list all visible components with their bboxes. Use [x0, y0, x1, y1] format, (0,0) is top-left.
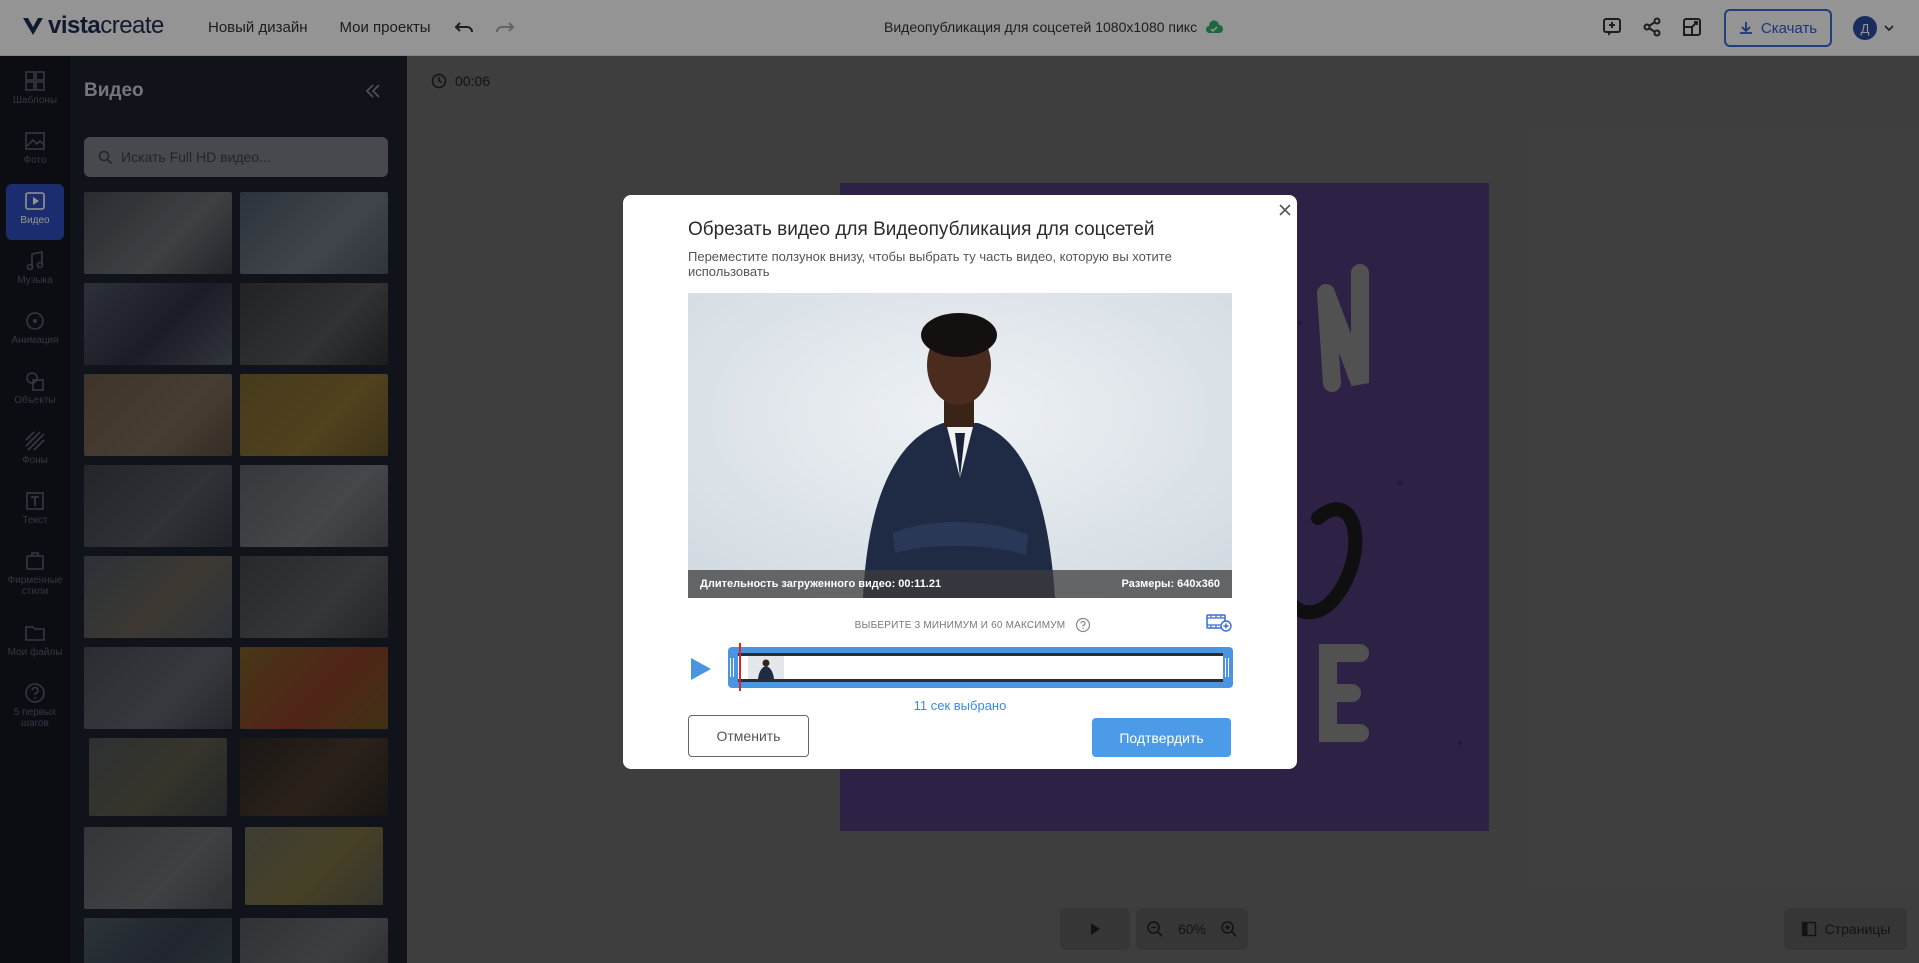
playhead[interactable]	[739, 643, 741, 691]
selection-hint: ВЫБЕРИТЕ 3 МИНИМУМ И 60 МАКСИМУМ	[623, 617, 1297, 633]
trim-timeline[interactable]	[728, 647, 1233, 688]
trim-end-handle[interactable]	[1225, 658, 1229, 677]
trim-video-dialog: Обрезать видео для Видеопубликация для с…	[623, 195, 1297, 769]
video-info-bar: Длительность загруженного видео: 00:11.2…	[688, 570, 1232, 598]
dialog-title: Обрезать видео для Видеопубликация для с…	[688, 219, 1155, 240]
dialog-subtitle: Переместите ползунок внизу, чтобы выбрат…	[688, 249, 1172, 279]
selected-duration: 11 сек выбрано	[913, 698, 1007, 713]
play-preview-icon[interactable]	[689, 656, 713, 682]
timeline-track	[738, 653, 1223, 682]
close-icon[interactable]	[1276, 201, 1294, 219]
video-duration: Длительность загруженного видео: 00:11.2…	[700, 578, 942, 590]
timeline-frame-thumbnail	[748, 656, 784, 679]
add-video-frames-icon[interactable]	[1206, 612, 1232, 632]
video-dimensions: Размеры: 640x360	[1121, 578, 1220, 590]
confirm-button[interactable]: Подтвердить	[1092, 718, 1231, 757]
video-preview[interactable]: Длительность загруженного видео: 00:11.2…	[688, 293, 1232, 598]
trim-start-handle[interactable]	[730, 658, 734, 677]
cancel-button[interactable]: Отменить	[688, 715, 809, 757]
video-preview-frame	[688, 293, 1232, 598]
question-icon[interactable]	[1075, 617, 1091, 633]
